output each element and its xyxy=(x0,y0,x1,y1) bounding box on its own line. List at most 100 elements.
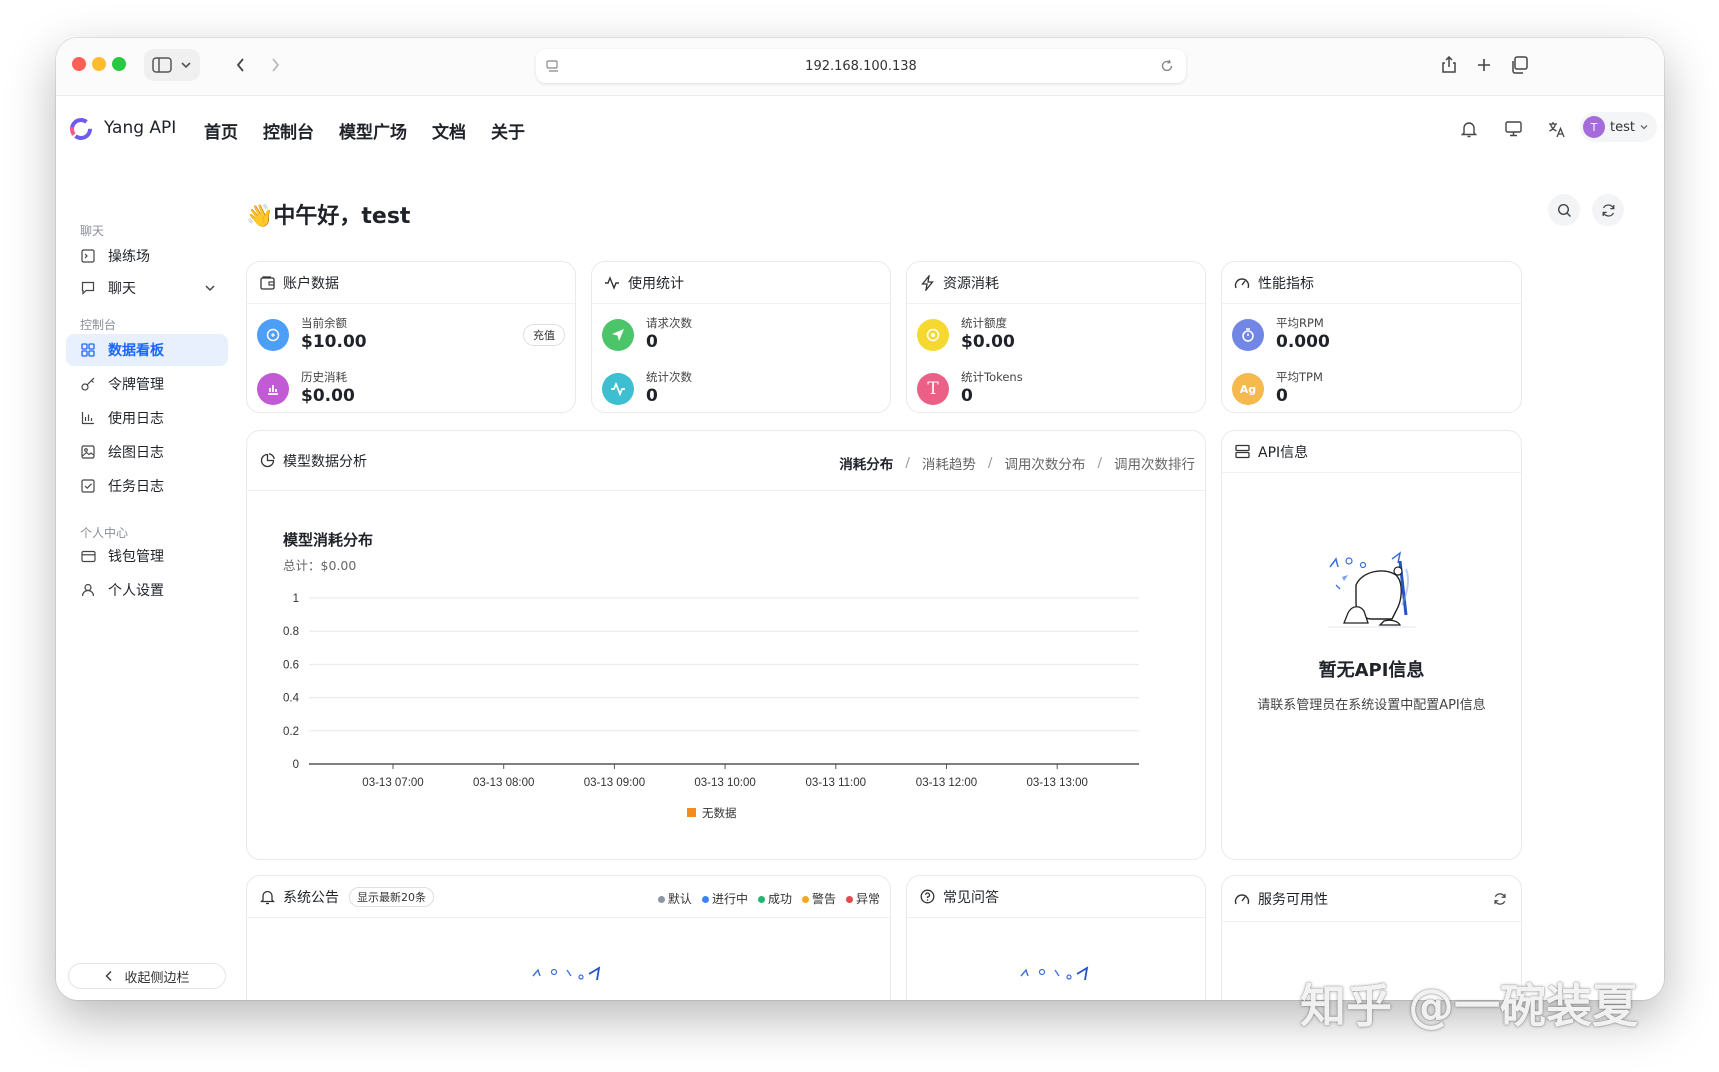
y-tick-label: 0.4 xyxy=(283,693,300,705)
stat-value: 0 xyxy=(646,332,658,352)
user-menu[interactable]: T test xyxy=(1580,112,1657,142)
legend-label: 警告 xyxy=(811,892,836,906)
sidebar-item-playground[interactable]: 操练场 xyxy=(66,240,228,272)
legend-label: 成功 xyxy=(767,892,792,906)
usage-card: 使用统计 请求次数 0 统计次数 0 xyxy=(591,261,891,413)
sidebar-item-chat[interactable]: 聊天 xyxy=(66,272,228,304)
stat-count: 统计次数 0 xyxy=(602,370,692,408)
card-header: 服务可用性 xyxy=(1222,876,1521,922)
empty-state-illustration xyxy=(1020,966,1089,981)
sidebar-item-task-logs[interactable]: 任务日志 xyxy=(66,470,228,502)
browser-toolbar: 192.168.100.138 xyxy=(56,38,1664,96)
card-title: 常见问答 xyxy=(943,889,999,906)
api-info-card: API信息 暂无API信息 请联系管理员在系统设置中配置API信息 xyxy=(1221,430,1522,860)
reload-icon[interactable] xyxy=(1160,59,1174,73)
empty-state-illustration xyxy=(1328,551,1416,628)
bell-icon xyxy=(1461,121,1477,137)
performance-card: 性能指标 平均RPM 0.000 Ag 平均TPM 0 xyxy=(1221,261,1522,413)
back-button[interactable] xyxy=(226,49,256,81)
sidebar-item-label: 聊天 xyxy=(108,281,136,297)
share-button[interactable] xyxy=(1434,49,1464,81)
stat-tpm: Ag 平均TPM 0 xyxy=(1232,370,1323,408)
page-title: 👋中午好，test xyxy=(246,204,411,229)
recharge-button[interactable]: 充值 xyxy=(523,324,565,346)
sidebar-item-wallet[interactable]: 钱包管理 xyxy=(66,540,228,572)
account-card: 账户数据 当前余额 $10.00 充值 历史消耗 $0.00 xyxy=(246,261,576,413)
y-tick-label: 0.6 xyxy=(283,659,299,671)
status-legend: 默认 进行中 成功 警告 异常 xyxy=(648,890,880,907)
translate-icon xyxy=(1549,121,1565,137)
chevron-down-icon[interactable] xyxy=(204,282,216,294)
share-icon xyxy=(1442,56,1456,73)
search-button[interactable] xyxy=(1548,194,1580,226)
card-title: 服务可用性 xyxy=(1258,891,1328,908)
tab-overview-button[interactable] xyxy=(1504,49,1534,81)
sidebar-section-personal: 个人中心 xyxy=(80,526,129,540)
nav-about[interactable]: 关于 xyxy=(491,118,525,143)
lightning-icon xyxy=(920,274,934,291)
minimize-window-button[interactable] xyxy=(92,57,106,71)
new-tab-button[interactable] xyxy=(1469,49,1499,81)
wallet-icon xyxy=(80,550,96,562)
zoom-window-button[interactable] xyxy=(112,57,126,71)
dashboard-icon xyxy=(81,343,95,357)
legend-label: 进行中 xyxy=(711,892,748,906)
legend-dot xyxy=(801,896,809,903)
sidebar-item-usage-logs[interactable]: 使用日志 xyxy=(66,402,228,434)
card-title: 性能指标 xyxy=(1258,275,1314,292)
address-bar[interactable]: 192.168.100.138 xyxy=(536,49,1186,83)
sidebar-item-label: 令牌管理 xyxy=(108,377,164,393)
theme-button[interactable] xyxy=(1497,113,1529,145)
monitor-icon xyxy=(1504,121,1522,137)
refresh-button[interactable] xyxy=(1592,194,1624,226)
user-icon xyxy=(81,583,95,597)
pulse-icon xyxy=(602,373,634,405)
nav-model-square[interactable]: 模型广场 xyxy=(339,118,407,143)
username: test xyxy=(1610,119,1635,135)
stat-requests: 请求次数 0 xyxy=(602,316,692,354)
legend-label: 默认 xyxy=(667,892,692,906)
x-tick-label: 03-13 09:00 xyxy=(584,777,645,789)
sidebar-toggle-button[interactable] xyxy=(144,49,200,81)
sidebar-item-drawing-logs[interactable]: 绘图日志 xyxy=(66,436,228,468)
nav-home[interactable]: 首页 xyxy=(204,118,238,143)
collapse-sidebar-label: 收起侧边栏 xyxy=(124,970,190,986)
chart-bars-icon xyxy=(257,373,289,405)
legend-label: 无数据 xyxy=(702,806,737,820)
image-icon xyxy=(81,445,95,459)
sidebar-item-settings[interactable]: 个人设置 xyxy=(66,574,228,606)
x-tick-label: 03-13 11:00 xyxy=(806,777,867,789)
resource-card: 资源消耗 统计额度 $0.00 T 统计Tokens 0 xyxy=(906,261,1206,413)
brand-name[interactable]: Yang API xyxy=(104,118,176,138)
language-button[interactable] xyxy=(1541,113,1573,145)
sidebar-item-label: 个人设置 xyxy=(108,583,164,599)
card-header: 常见问答 xyxy=(907,876,1205,918)
notification-button[interactable] xyxy=(1453,113,1485,145)
stat-label: 平均RPM xyxy=(1276,316,1324,330)
server-icon xyxy=(1234,444,1250,459)
collapse-sidebar-button[interactable]: 收起侧边栏 xyxy=(68,963,226,989)
sidebar-item-tokens[interactable]: 令牌管理 xyxy=(66,368,228,400)
legend-swatch xyxy=(687,808,696,817)
legend-label: 异常 xyxy=(855,892,880,906)
logo-icon[interactable] xyxy=(70,118,92,140)
sidebar-item-dashboard[interactable]: 数据看板 xyxy=(66,334,228,366)
checkbox-icon xyxy=(81,479,95,493)
browser-window: 192.168.100.138 Yang API 首页 控制台 模型广场 文档 … xyxy=(56,38,1664,1000)
nav-docs[interactable]: 文档 xyxy=(432,118,466,143)
y-tick-label: 1 xyxy=(293,593,299,605)
stat-label: 统计Tokens xyxy=(961,370,1023,384)
close-window-button[interactable] xyxy=(72,57,86,71)
sidebar-item-label: 操练场 xyxy=(108,249,150,265)
watermark-text: 知乎 @一碗装夏 xyxy=(1300,979,1639,1033)
refresh-icon[interactable] xyxy=(1493,892,1507,906)
stat-value: 0 xyxy=(1276,386,1288,406)
timer-icon xyxy=(1232,319,1264,351)
forward-button[interactable] xyxy=(260,49,290,81)
nav-console[interactable]: 控制台 xyxy=(263,118,314,143)
chat-icon xyxy=(81,281,95,295)
chevron-down-icon xyxy=(1640,125,1648,130)
stat-balance: 当前余额 $10.00 xyxy=(257,316,367,354)
help-icon xyxy=(920,889,934,904)
chevron-left-icon xyxy=(105,970,113,982)
